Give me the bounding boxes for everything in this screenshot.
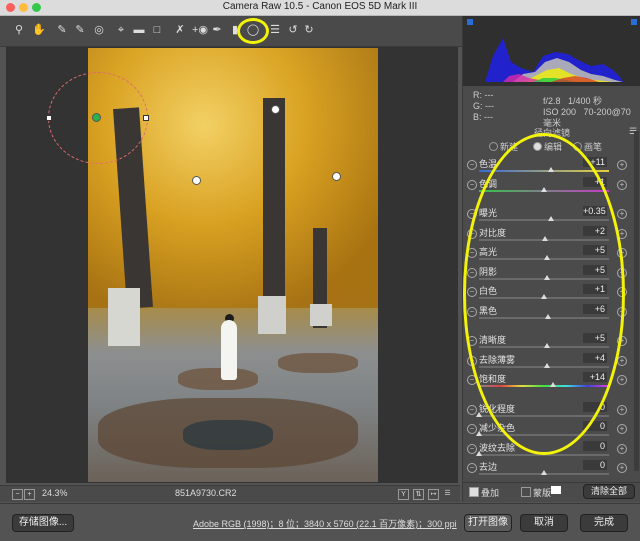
tree-trunk-painted: [310, 304, 332, 326]
increase-icon[interactable]: +: [617, 160, 627, 170]
zoom-out-button[interactable]: −: [12, 489, 23, 500]
swap-settings-icon[interactable]: ⇅: [413, 489, 424, 500]
subject-girl: [221, 320, 237, 380]
radial-filter-handle[interactable]: [143, 115, 149, 121]
g-value: G: ---: [473, 101, 494, 111]
status-bar: − + 24.3% 851A9730.CR2 Y ⇅ ↦ ☰: [0, 485, 460, 502]
r-value: R: ---: [473, 90, 494, 100]
white-balance-tool-icon[interactable]: ✎: [55, 23, 69, 37]
decrease-icon[interactable]: −: [467, 179, 477, 190]
done-button[interactable]: 完成: [580, 514, 628, 532]
radial-filter-pin-active[interactable]: [92, 113, 101, 122]
increase-icon[interactable]: +: [617, 463, 627, 473]
preferences-icon[interactable]: ☰: [268, 23, 282, 37]
fallen-leaves: [178, 368, 258, 390]
mask-color-swatch[interactable]: [551, 486, 561, 494]
save-image-button[interactable]: 存储图像...: [12, 514, 74, 532]
overlay-checkbox[interactable]: [469, 487, 479, 497]
slider-value-field[interactable]: 0: [583, 440, 607, 451]
slider-thumb[interactable]: [476, 411, 482, 417]
increase-icon[interactable]: +: [617, 209, 627, 219]
mode-radio[interactable]: [489, 142, 498, 151]
before-after-y-icon[interactable]: Y: [398, 489, 409, 500]
red-eye-tool-icon[interactable]: +◉: [192, 23, 208, 37]
adjustment-brush-tool-icon[interactable]: ✒: [210, 23, 224, 37]
copy-settings-icon[interactable]: ↦: [428, 489, 439, 500]
histogram: [463, 16, 640, 86]
transform-tool-icon[interactable]: □: [150, 23, 164, 37]
shutter-speed: 1/400 秒: [568, 96, 603, 106]
panel-footer: 叠加 蒙版 清除全部: [463, 482, 640, 501]
hand-tool-icon[interactable]: ✋: [32, 23, 46, 37]
camera-info: f/2.8 1/400 秒 ISO 200 70-200@70 毫米: [543, 96, 640, 129]
color-sampler-tool-icon[interactable]: ✎: [73, 23, 87, 37]
radial-filter-pin[interactable]: [332, 172, 341, 181]
overlay-label: 叠加: [481, 488, 500, 498]
mask-checkbox[interactable]: [521, 487, 531, 497]
radial-filter-pin[interactable]: [192, 176, 201, 185]
shadow-clipping-icon: [467, 19, 473, 25]
window-title: Camera Raw 10.5 - Canon EOS 5D Mark III: [222, 1, 418, 12]
highlight-clipping-icon: [631, 19, 637, 25]
aperture: f/2.8: [543, 96, 561, 106]
annotation-highlight-ring-panel: [463, 133, 625, 455]
straighten-tool-icon[interactable]: ▬: [132, 23, 146, 37]
open-image-button[interactable]: 打开图像: [464, 514, 512, 532]
slider-value-field[interactable]: 0: [583, 460, 607, 470]
zoom-tool-icon[interactable]: ⚲: [12, 23, 26, 37]
slider-thumb[interactable]: [541, 470, 547, 475]
workflow-options-link[interactable]: Adobe RGB (1998)；8 位；3840 x 5760 (22.1 百…: [193, 517, 457, 530]
crop-tool-icon[interactable]: ⌖: [114, 23, 128, 37]
increase-icon[interactable]: +: [617, 179, 627, 190]
decrease-icon[interactable]: −: [467, 160, 477, 170]
slider-row: − 去边 0 +: [463, 459, 640, 478]
title-bar: Camera Raw 10.5 - Canon EOS 5D Mark III: [0, 0, 640, 16]
targeted-adjustment-tool-icon[interactable]: ◎: [92, 23, 106, 37]
footer-bar: 存储图像... Adobe RGB (1998)；8 位；3840 x 5760…: [0, 503, 640, 541]
zoom-level[interactable]: 24.3%: [42, 488, 68, 498]
fallen-leaves: [278, 353, 358, 373]
increase-icon[interactable]: +: [617, 443, 627, 454]
increase-icon[interactable]: +: [617, 424, 627, 434]
slider-thumb[interactable]: [476, 431, 482, 436]
cancel-button[interactable]: 取消: [520, 514, 568, 532]
b-value: B: ---: [473, 112, 493, 122]
panel-scrollbar[interactable]: [634, 131, 639, 471]
radial-filter-handle[interactable]: [46, 115, 52, 121]
file-name: 851A9730.CR2: [175, 488, 237, 498]
rgb-readout: R: --- G: --- B: ---: [473, 90, 494, 123]
rotate-left-icon[interactable]: ↺: [286, 23, 300, 37]
histogram-graph: [467, 19, 637, 82]
decrease-icon[interactable]: −: [467, 463, 477, 473]
slider-label: 波纹去除: [479, 442, 516, 453]
tree-trunk-painted: [108, 288, 140, 346]
puddle: [183, 420, 273, 450]
slider-thumb[interactable]: [476, 450, 482, 456]
increase-icon[interactable]: +: [617, 375, 627, 385]
zoom-in-button[interactable]: +: [24, 489, 35, 500]
mask-label: 蒙版: [533, 488, 552, 498]
annotation-highlight-ring: [237, 18, 269, 44]
iso: ISO 200: [543, 107, 577, 117]
clear-all-button[interactable]: 清除全部: [583, 484, 635, 499]
tree-trunk-painted: [258, 296, 286, 334]
tree-trunk: [263, 98, 285, 328]
increase-icon[interactable]: +: [617, 404, 627, 415]
radial-filter-pin[interactable]: [271, 105, 280, 114]
slider-label: 去边: [479, 462, 498, 472]
preview-settings-icon[interactable]: ☰: [443, 489, 452, 498]
spot-removal-tool-icon[interactable]: ✗: [173, 23, 187, 37]
rotate-right-icon[interactable]: ↻: [302, 23, 316, 37]
mode-label: 画笔: [584, 142, 603, 152]
